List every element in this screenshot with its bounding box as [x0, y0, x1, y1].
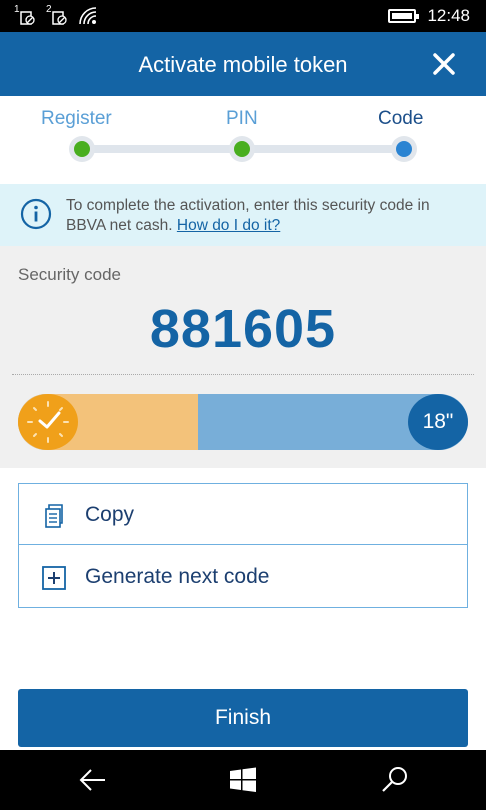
step-label-pin: PIN [226, 108, 258, 129]
battery-icon [388, 9, 419, 23]
page-title: Activate mobile token [138, 52, 348, 77]
copy-label: Copy [85, 503, 135, 526]
copy-button[interactable]: Copy [19, 484, 467, 545]
sim-1-number: 1 [14, 4, 20, 15]
wifi-icon [79, 7, 97, 25]
step-dot-pin [229, 136, 255, 162]
security-code-label: Security code [18, 265, 121, 284]
activation-stepper: Register PIN Code [0, 96, 486, 184]
status-time: 12:48 [427, 6, 470, 25]
generate-next-code-label: Generate next code [85, 565, 270, 588]
finish-button[interactable]: Finish [18, 689, 468, 747]
info-icon [20, 198, 52, 230]
close-icon[interactable] [432, 52, 456, 76]
info-message: To complete the activation, enter this s… [66, 196, 471, 236]
info-banner: To complete the activation, enter this s… [0, 184, 486, 246]
windows-start-icon[interactable] [227, 764, 259, 796]
timer-progress-bar [18, 394, 468, 450]
security-code-value: 881605 [149, 299, 337, 359]
step-dot-register [69, 136, 95, 162]
plus-box-icon [42, 566, 66, 590]
sim-2-number: 2 [46, 4, 52, 15]
app-header: Activate mobile token [0, 32, 486, 96]
sim-2-no-signal-icon: 2 [46, 4, 68, 26]
security-code-panel: Security code 881605 18" [0, 246, 486, 468]
generate-next-code-button[interactable]: Generate next code [19, 546, 467, 607]
step-dot-code [391, 136, 417, 162]
system-nav-bar [0, 750, 486, 810]
clock-icon [18, 394, 78, 450]
divider [12, 374, 474, 375]
search-icon[interactable] [379, 764, 411, 796]
seconds-remaining: 18" [408, 394, 468, 450]
status-bar: 1 2 12:48 [0, 0, 486, 32]
copy-icon [45, 504, 63, 528]
action-list: Copy Generate next code [18, 483, 468, 608]
how-do-i-do-it-link[interactable]: How do I do it? [177, 217, 280, 234]
step-label-register: Register [41, 108, 112, 129]
sim-1-no-signal-icon: 1 [14, 4, 36, 26]
back-arrow-icon[interactable] [77, 764, 109, 796]
step-label-code: Code [378, 108, 424, 129]
